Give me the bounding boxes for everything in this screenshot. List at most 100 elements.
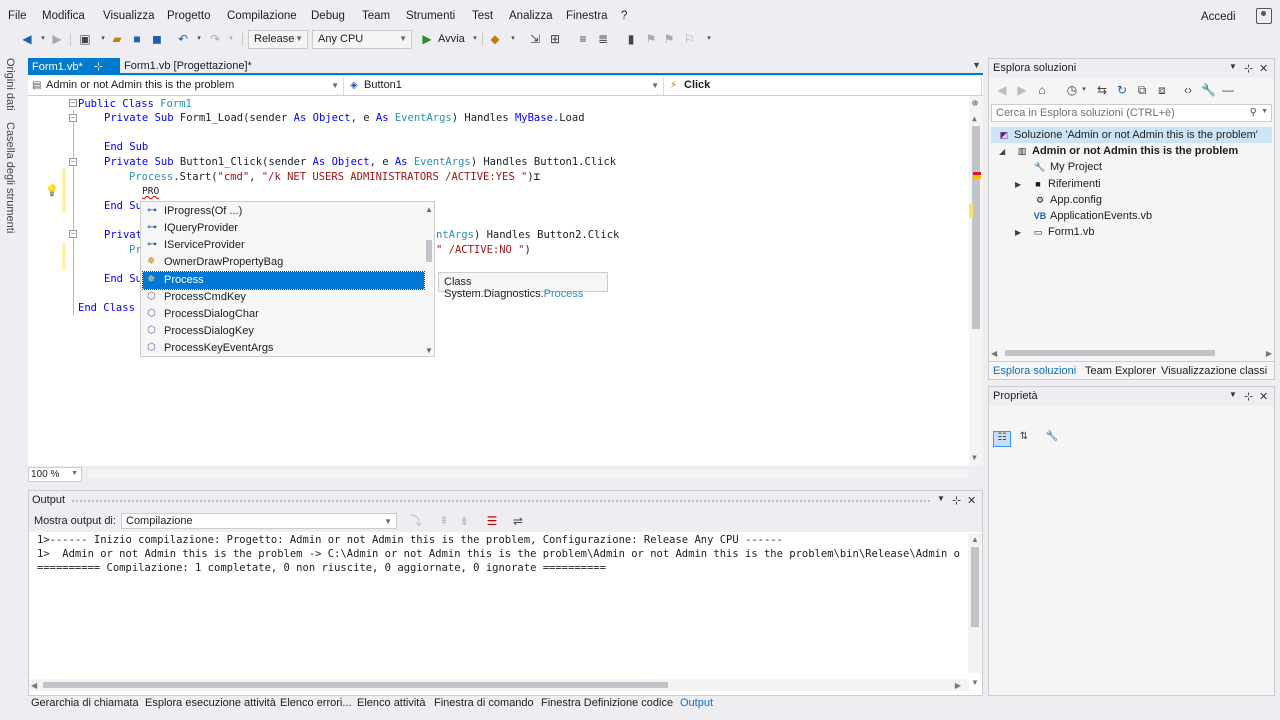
menu-finestra[interactable]: Finestra (566, 10, 608, 22)
properties-icon[interactable]: 🔧 (1201, 83, 1216, 97)
collapsed-icon[interactable]: ▶ (1015, 180, 1021, 189)
outdent-icon[interactable]: ≣ (596, 32, 610, 46)
intellisense-scrollbar[interactable]: ▲ ▼ (424, 202, 434, 358)
user-icon[interactable] (1256, 8, 1272, 24)
toolbar-overflow-icon[interactable]: ▾ (702, 32, 716, 46)
completion-item[interactable]: ⬡ ProcessKeyEventArgs (143, 340, 424, 357)
output-source-select[interactable]: Compilazione ▼ (121, 513, 397, 529)
tree-item-form1[interactable]: ▶ ▭ Form1.vb (1015, 226, 1094, 242)
completion-item[interactable]: ⊶ IProgress(Of ...) (143, 203, 424, 220)
tab-solution-explorer[interactable]: Esplora soluzioni (993, 365, 1076, 377)
navigate-icon[interactable]: ⇲ (528, 32, 542, 46)
data-sources-tab[interactable]: Origini dati (4, 58, 16, 111)
sync-icon[interactable]: ⇆ (1095, 83, 1109, 97)
start-dropdown-icon[interactable]: ▾ (468, 32, 482, 46)
scroll-down-icon[interactable]: ▼ (972, 453, 977, 462)
back-icon[interactable]: ◀ (995, 83, 1009, 97)
sign-in-link[interactable]: Accedi (1201, 11, 1236, 23)
tab-class-view[interactable]: Visualizzazione classi (1161, 365, 1267, 377)
scrollbar-thumb[interactable] (43, 682, 668, 688)
scroll-down-icon[interactable]: ▼ (971, 678, 979, 687)
categorized-icon[interactable]: ☷ (993, 431, 1011, 447)
close-icon[interactable]: ✕ (1259, 390, 1268, 403)
menu-debug[interactable]: Debug (311, 10, 345, 22)
panel-menu-icon[interactable]: ▼ (1229, 62, 1237, 71)
refresh-icon[interactable]: ↻ (1115, 83, 1129, 97)
scroll-right-icon[interactable]: ▶ (1266, 349, 1272, 358)
alphabetical-icon[interactable]: ⇅ (1015, 431, 1033, 447)
tree-item-app-config[interactable]: ⚙ App.config (1033, 194, 1102, 210)
pin-icon[interactable]: ⊹ (1244, 62, 1253, 75)
chevron-down-icon[interactable]: ▼ (1261, 108, 1268, 115)
lightbulb-icon[interactable]: 💡 (45, 184, 59, 197)
tab-form1-designer[interactable]: Form1.vb [Progettazione]* (120, 58, 280, 75)
open-folder-icon[interactable]: ▰ (110, 32, 124, 46)
panel-grip[interactable] (71, 499, 931, 503)
tab-code-definition[interactable]: Finestra Definizione codice (541, 697, 673, 709)
scrollbar-thumb[interactable] (971, 547, 979, 627)
clear-bookmarks-icon[interactable]: ⚐ (682, 32, 696, 46)
next-message-icon[interactable]: ⇟ (457, 514, 471, 528)
tab-output[interactable]: Output (680, 697, 713, 709)
collapse-icon[interactable]: − (69, 114, 77, 122)
tab-list-dropdown-icon[interactable]: ▼ (972, 60, 981, 70)
next-bookmark-icon[interactable]: ⚑ (662, 32, 676, 46)
collapse-all-icon[interactable]: ⧉ (1135, 83, 1149, 97)
show-all-files-icon[interactable]: ⧈ (1155, 83, 1169, 97)
menu-progetto[interactable]: Progetto (167, 10, 210, 22)
indent-icon[interactable]: ≡ (576, 32, 590, 46)
output-vertical-scrollbar[interactable]: ▲ ▼ (968, 533, 982, 687)
search-icon[interactable]: ⚲ (1250, 107, 1257, 118)
redo-icon[interactable]: ↷ (208, 32, 222, 46)
menu-modifica[interactable]: Modifica (42, 10, 85, 22)
completion-item[interactable]: ⬡ ProcessCmdKey (143, 289, 424, 306)
scroll-down-icon[interactable]: ▼ (425, 346, 433, 355)
scrollbar-thumb[interactable] (1005, 350, 1215, 356)
browser-link-icon[interactable]: ◆ (488, 32, 502, 46)
menu-help[interactable]: ? (621, 10, 627, 22)
tab-call-hierarchy[interactable]: Gerarchia di chiamata (31, 697, 139, 709)
panel-menu-icon[interactable]: ▼ (937, 494, 945, 503)
browser-dropdown-icon[interactable]: ▾ (506, 32, 520, 46)
prev-bookmark-icon[interactable]: ⚑ (644, 32, 658, 46)
platform-select[interactable]: Any CPU ▼ (312, 30, 412, 49)
toolbox-tab[interactable]: Casella degli strumenti (4, 122, 16, 233)
home-icon[interactable]: ⌂ (1035, 83, 1049, 97)
pin-icon[interactable]: ⊹ (952, 494, 961, 507)
completion-item[interactable]: ⬡ ProcessDialogKey (143, 323, 424, 340)
find-files-icon[interactable]: ⊞ (548, 32, 562, 46)
forward-icon[interactable]: ▶ (1015, 83, 1029, 97)
configuration-select[interactable]: Release ▼ (248, 30, 308, 49)
tree-project[interactable]: ◢ ▥ Admin or not Admin this is the proble… (999, 145, 1238, 161)
scroll-right-icon[interactable]: ▶ (955, 681, 961, 690)
expanded-icon[interactable]: ◢ (999, 147, 1005, 156)
menu-team[interactable]: Team (362, 10, 390, 22)
scrollbar-thumb[interactable] (426, 240, 432, 262)
tree-solution-root[interactable]: ◩ Soluzione 'Admin or not Admin this is t… (991, 127, 1272, 143)
tab-command-window[interactable]: Finestra di comando (434, 697, 534, 709)
scrollbar-thumb[interactable] (972, 126, 980, 329)
forward-icon[interactable]: ▶ (50, 32, 64, 46)
completion-item[interactable]: ⊶ IQueryProvider (143, 220, 424, 237)
tab-form1-vb[interactable]: Form1.vb* ⊹ ✕ (28, 58, 120, 86)
menu-strumenti[interactable]: Strumenti (406, 10, 455, 22)
tab-team-explorer[interactable]: Team Explorer (1085, 365, 1156, 377)
panel-splitter[interactable] (28, 482, 983, 490)
back-dropdown-icon[interactable]: ▾ (36, 32, 50, 46)
split-window-icon[interactable]: ⊕ (972, 98, 978, 109)
zoom-select[interactable]: 100 % ▼ (28, 467, 82, 482)
tab-error-list[interactable]: Elenco errori... (280, 697, 352, 709)
scroll-left-icon[interactable]: ◀ (991, 349, 997, 358)
pin-icon[interactable]: ⊹ (94, 61, 103, 73)
pin-icon[interactable]: ⊹ (1244, 390, 1253, 403)
close-icon[interactable]: ✕ (1259, 62, 1268, 75)
tree-item-references[interactable]: ▶ ■ Riferimenti (1015, 178, 1101, 194)
menu-compilazione[interactable]: Compilazione (227, 10, 297, 22)
collapsed-icon[interactable]: ▶ (1015, 228, 1021, 237)
menu-analizza[interactable]: Analizza (509, 10, 552, 22)
scroll-up-icon[interactable]: ▲ (425, 205, 433, 214)
clear-all-icon[interactable]: ☰ (485, 514, 499, 528)
start-icon[interactable]: ▶ (420, 32, 434, 46)
previous-message-icon[interactable]: ⇞ (437, 514, 451, 528)
collapse-icon[interactable]: − (69, 158, 77, 166)
